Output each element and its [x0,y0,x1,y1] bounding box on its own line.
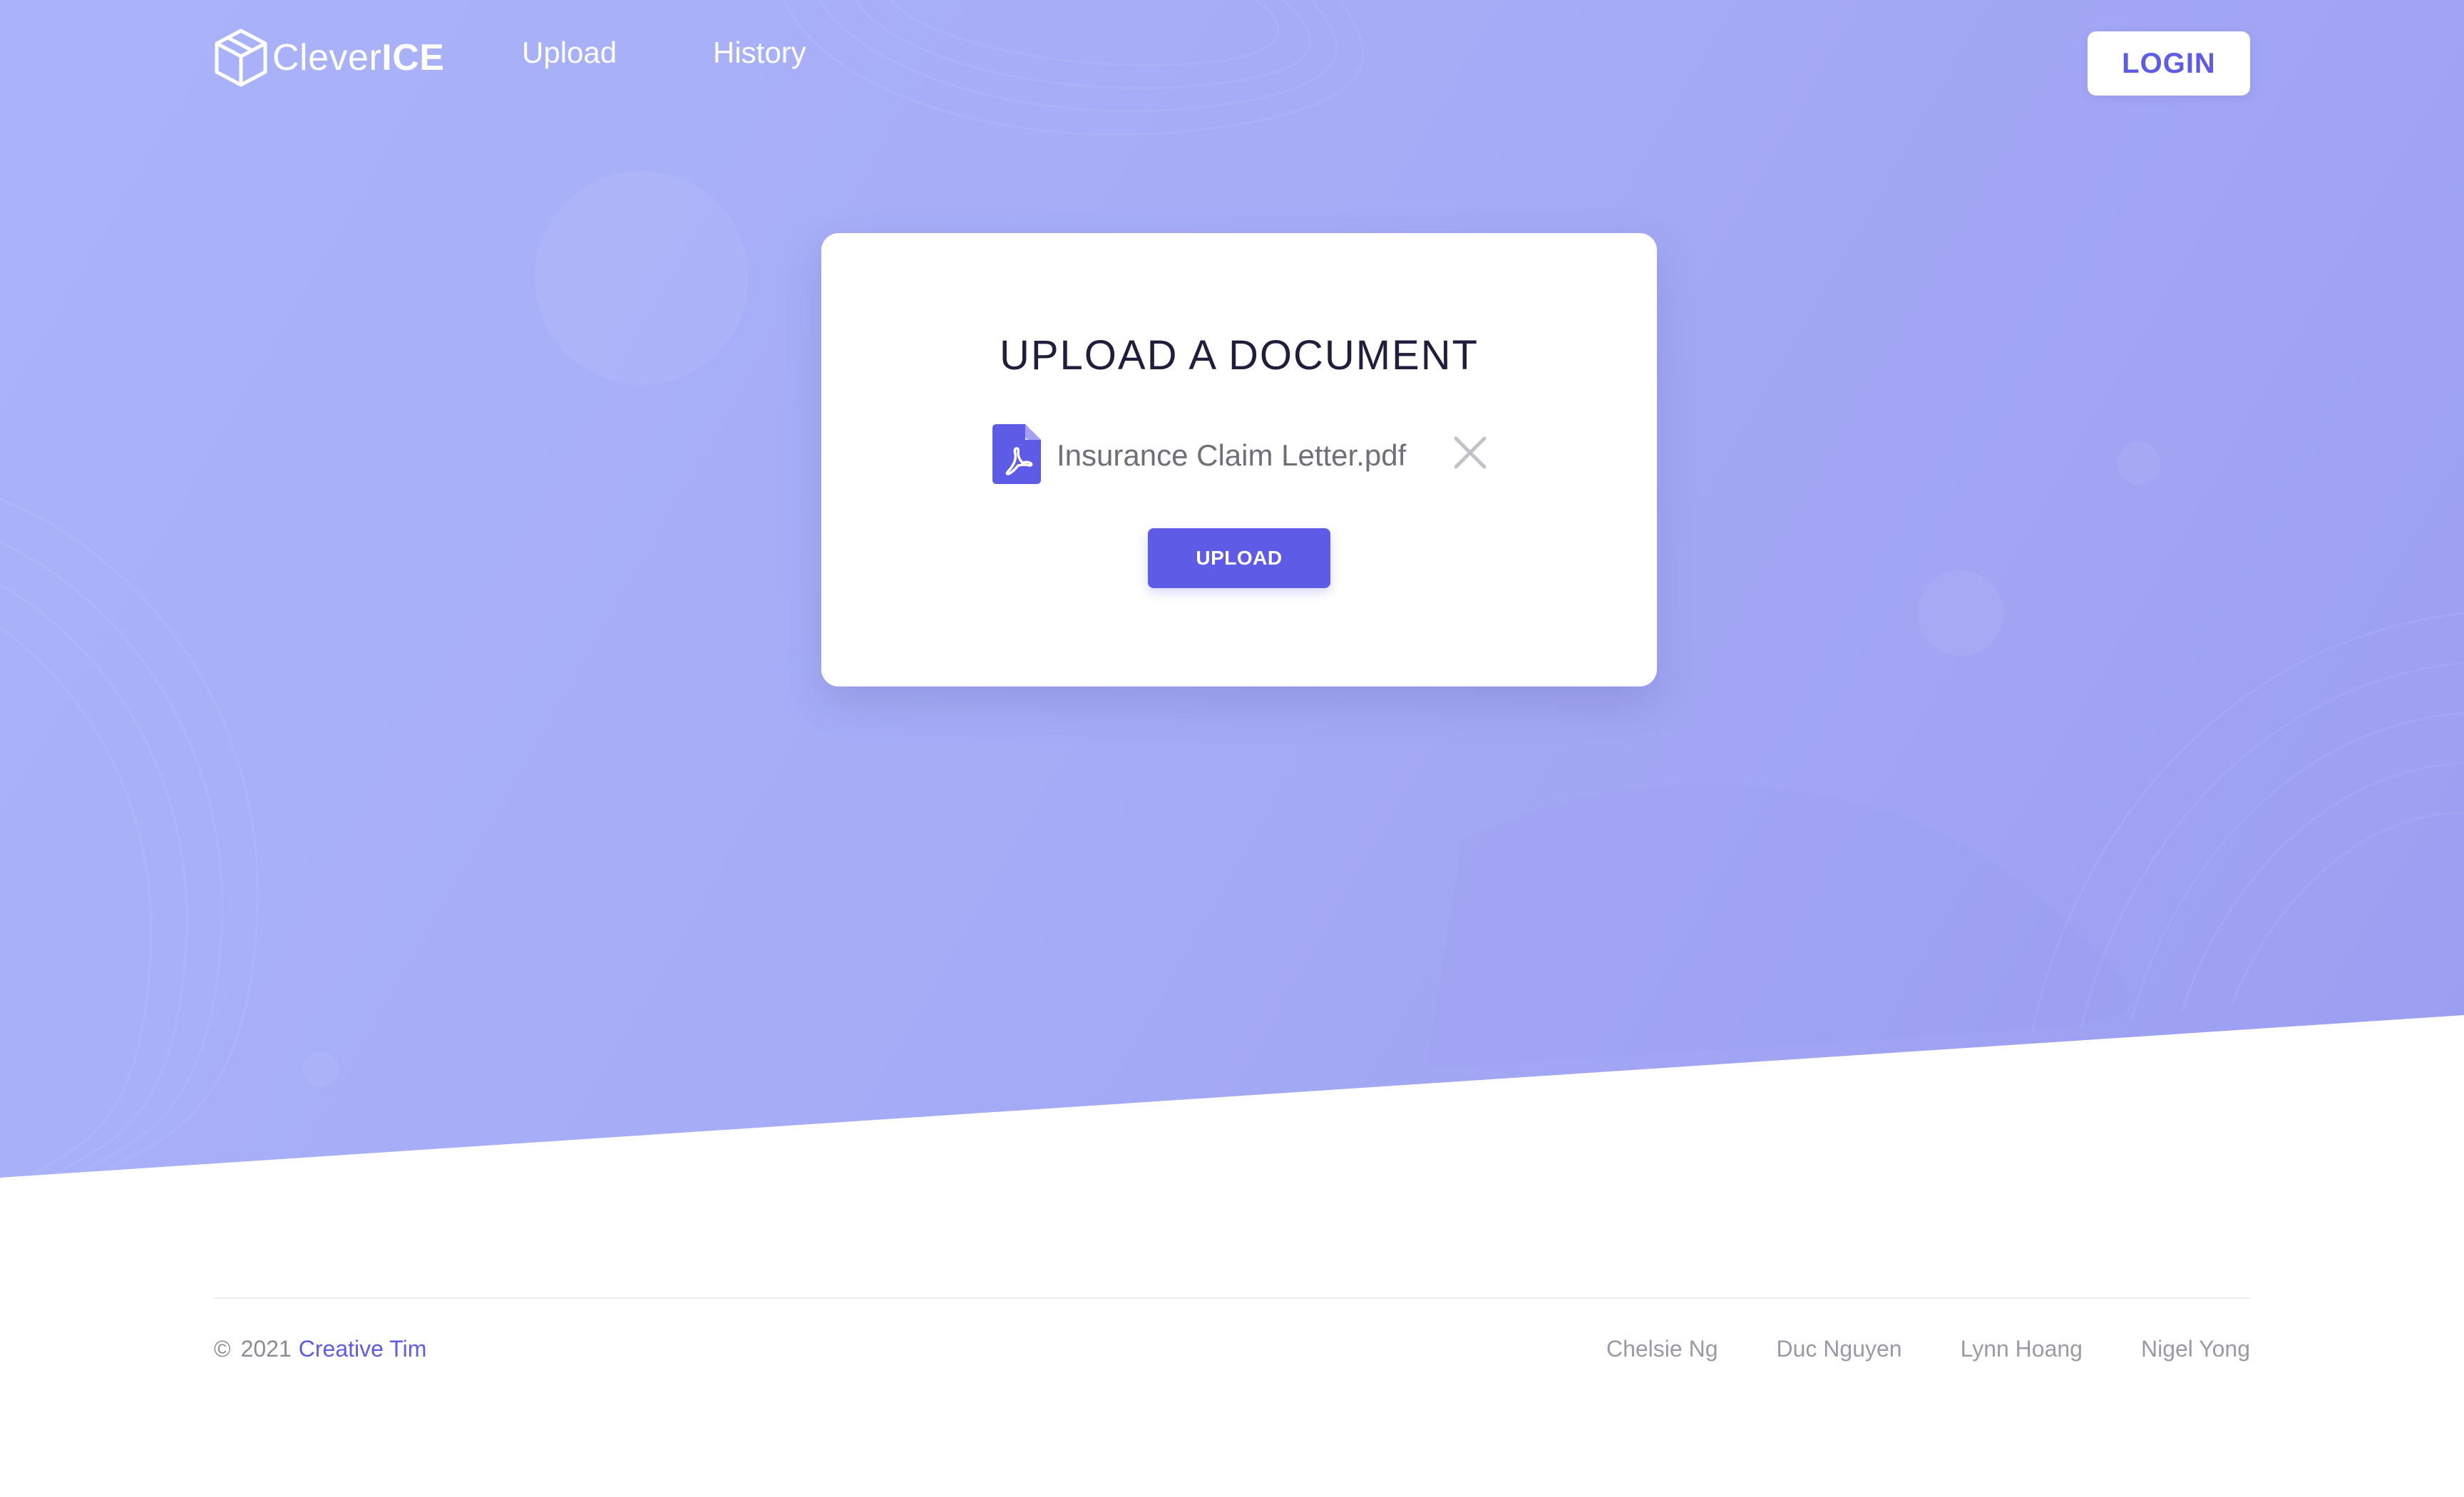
footer-link-duc-nguyen[interactable]: Duc Nguyen [1776,1336,1901,1362]
footer-copyright: © 2021 Creative Tim [214,1336,426,1362]
footer-link-chelsie-ng[interactable]: Chelsie Ng [1606,1336,1718,1362]
brand-logo[interactable]: CleverICE [214,26,444,90]
footer-links: Chelsie Ng Duc Nguyen Lynn Hoang Nigel Y… [1606,1336,2250,1362]
cube-icon [215,29,267,87]
footer-divider [214,1297,2250,1299]
selected-file: Insurance Claim Letter.pdf [992,424,1492,485]
footer-link-nigel-yong[interactable]: Nigel Yong [2141,1336,2250,1362]
upload-button[interactable]: UPLOAD [1148,528,1330,588]
brand-name-light: Clever [272,37,382,78]
close-icon[interactable] [1450,433,1490,473]
brand-name-bold: ICE [381,37,445,78]
upload-card-title: UPLOAD A DOCUMENT [999,332,1479,379]
footer-company-link[interactable]: Creative Tim [299,1336,427,1362]
nav-link-history[interactable]: History [713,36,806,70]
file-name: Insurance Claim Letter.pdf [1057,438,1407,472]
nav-link-upload[interactable]: Upload [522,36,617,70]
brand-name: CleverICE [272,36,444,79]
pdf-file-icon [992,424,1041,484]
footer-link-lynn-hoang[interactable]: Lynn Hoang [1961,1336,2083,1362]
navbar: CleverICE Upload History LOGIN [214,21,2250,107]
upload-card: UPLOAD A DOCUMENT Insurance Claim Letter… [821,233,1657,686]
copyright-symbol: © [214,1336,231,1362]
login-button[interactable]: LOGIN [2088,31,2250,96]
copyright-year: 2021 [240,1336,292,1362]
